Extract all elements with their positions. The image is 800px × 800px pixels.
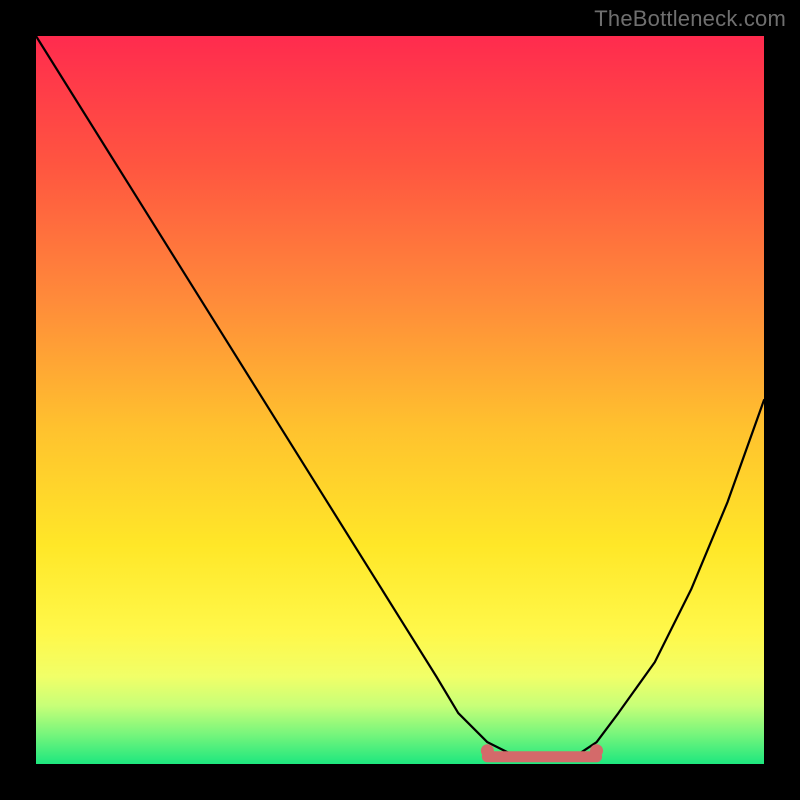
plot-area (36, 36, 764, 764)
flat-region-dot-right (590, 744, 603, 757)
watermark-text: TheBottleneck.com (594, 6, 786, 32)
chart-frame: TheBottleneck.com (0, 0, 800, 800)
bottleneck-curve (36, 36, 764, 757)
flat-region-dot-left (481, 744, 494, 757)
chart-svg (36, 36, 764, 764)
